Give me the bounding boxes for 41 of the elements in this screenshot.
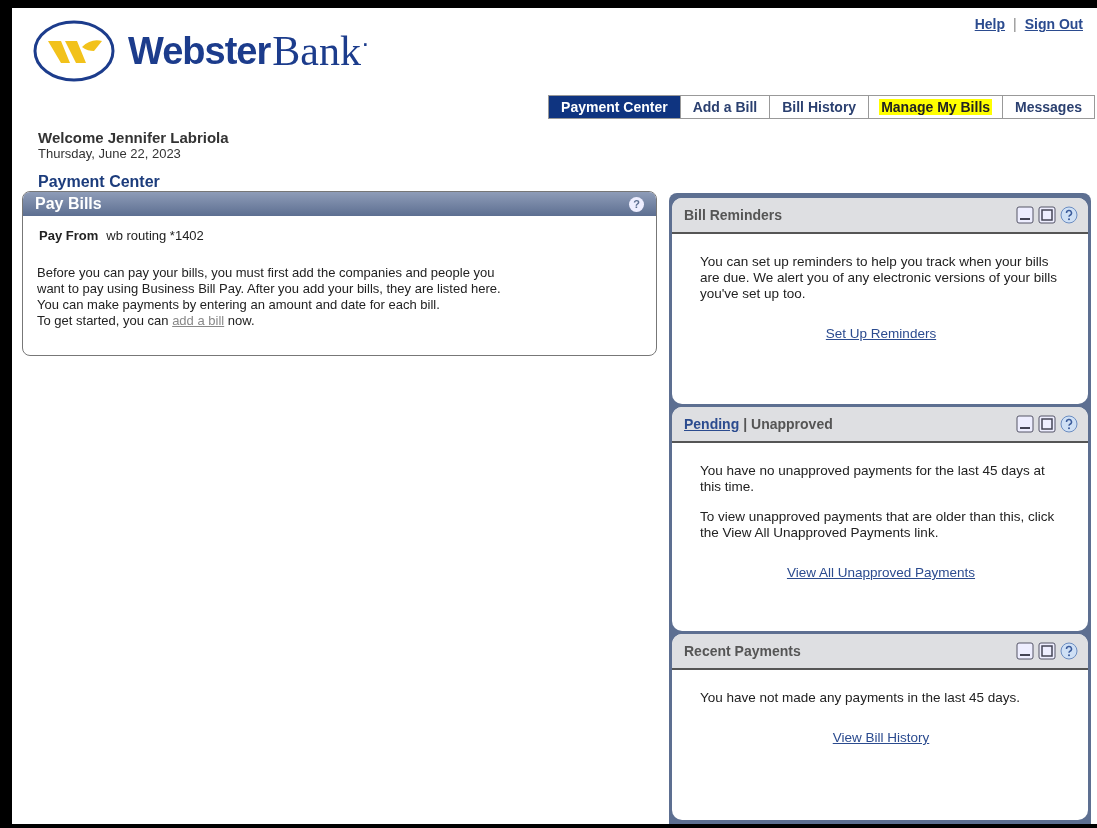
maximize-icon[interactable] <box>1038 642 1056 660</box>
widget-text: To view unapproved payments that are older than this, click the View All Unapproved Payments link. <box>700 509 1056 541</box>
help-icon[interactable] <box>1060 206 1078 224</box>
widget-title: Recent Payments <box>684 643 801 659</box>
widget-text: You can set up reminders to help you track when your bills are due. We alert you of any electronic versions of your bills you've set up too. <box>700 254 1058 302</box>
nav-tab[interactable]: Add a Bill <box>680 95 771 119</box>
maximize-icon[interactable] <box>1038 415 1056 433</box>
minimize-icon[interactable] <box>1016 206 1034 224</box>
minimize-icon[interactable] <box>1016 415 1034 433</box>
help-icon[interactable]: ? <box>629 196 644 212</box>
nav-tab[interactable]: Bill History <box>770 95 870 119</box>
minimize-icon[interactable] <box>1016 642 1034 660</box>
nav-tab[interactable]: Manage My Bills <box>869 95 1004 119</box>
logo-text: Webster <box>128 29 271 73</box>
nav-tab[interactable]: Messages <box>1003 95 1095 119</box>
instructions-text: Before you can pay your bills, you must first add the companies and people you want to pay using Business Bill Pay. After you add your bills, they are listed here. You can make payments by entering an amount and date for each bill. To get started, you can add a bill now. <box>37 265 502 329</box>
header-link[interactable]: Sign Out <box>1024 16 1083 32</box>
widget-link[interactable]: View All Unapproved Payments <box>786 565 976 580</box>
logo-icon <box>32 19 116 83</box>
header-link[interactable]: Help <box>974 16 1006 32</box>
pay-from-value: wb routing *1402 <box>106 228 204 243</box>
logo-mark: · <box>360 27 370 58</box>
widget-title: Bill Reminders <box>684 207 783 223</box>
add-bill-link[interactable]: add a bill <box>172 313 225 328</box>
widget-link[interactable]: View Bill History <box>832 730 930 745</box>
panel-title: Pay Bills <box>35 195 102 213</box>
widget-link[interactable]: Set Up Reminders <box>825 326 937 341</box>
maximize-icon[interactable] <box>1038 206 1056 224</box>
date-text: Thursday, June 22, 2023 <box>38 146 182 161</box>
nav-tab[interactable]: Payment Center <box>548 95 681 119</box>
widget-title: | Unapproved <box>743 416 833 432</box>
pay-from-label: Pay From <box>39 228 99 243</box>
help-icon[interactable] <box>1060 415 1078 433</box>
help-icon[interactable] <box>1060 642 1078 660</box>
header-tab-link[interactable]: Pending <box>684 416 740 432</box>
logo-text: Bank <box>272 27 361 75</box>
page-title: Payment Center <box>37 172 161 191</box>
widget-text: You have no unapproved payments for the last 45 days at this time. <box>700 463 1046 495</box>
widget-text: You have not made any payments in the last 45 days. <box>700 690 1021 706</box>
welcome-text: Welcome Jennifer Labriola <box>38 129 230 146</box>
separator: | <box>1013 16 1017 32</box>
